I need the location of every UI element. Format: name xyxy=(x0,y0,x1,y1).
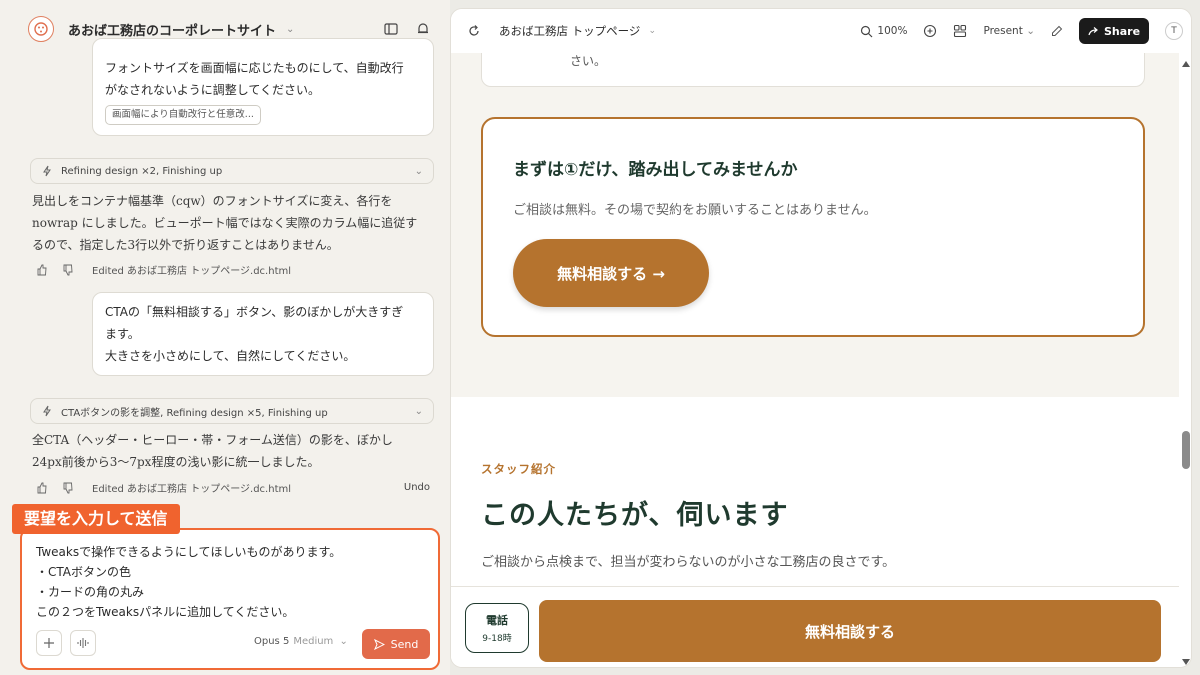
message-composer[interactable]: Tweaksで操作できるようにしてほしいものがあります。 ・CTAボタンの色 ・… xyxy=(20,528,440,670)
model-selector[interactable]: Opus 5 Medium ⌄ xyxy=(254,636,348,647)
composer-input[interactable]: Tweaksで操作できるようにしてほしいものがあります。 ・CTAボタンの色 ・… xyxy=(36,542,341,622)
page-title[interactable]: あおば工務店 トップページ xyxy=(499,23,640,39)
chevron-down-icon[interactable]: ⌄ xyxy=(415,166,423,177)
present-button[interactable]: Present ⌄ xyxy=(983,25,1035,37)
undo-button[interactable]: Undo xyxy=(404,482,430,493)
status-pill[interactable]: CTAボタンの影を調整, Refining design ×5, Finishi… xyxy=(30,398,434,424)
reply-text: るので、指定した3行以外で折り返すことはありません。 xyxy=(32,238,339,252)
avatar[interactable]: T xyxy=(1165,22,1183,40)
section-eyebrow: スタッフ紹介 xyxy=(481,462,556,476)
voice-input-button[interactable] xyxy=(70,630,96,656)
reply-text: nowrap にしました。ビューポート幅ではなく実際のカラム幅に追従す xyxy=(32,216,418,230)
user-message: フォントサイズを画面幅に応じたものにして、自動改行 がなされないように調整してく… xyxy=(92,38,434,136)
message-text: がなされないように調整してください。 xyxy=(105,83,321,97)
preview-panel: あおば工務店 トップページ ⌄ 100% Present ⌄ Share T さ… xyxy=(450,8,1192,668)
lightning-icon xyxy=(43,165,51,177)
waveform-icon xyxy=(77,638,89,648)
composer-text: ・カードの角の丸み xyxy=(36,585,145,599)
chevron-down-icon[interactable]: ⌄ xyxy=(648,26,656,36)
thumbs-down-icon[interactable] xyxy=(62,482,74,494)
comment-add-icon[interactable] xyxy=(923,24,937,38)
preview-toolbar: あおば工務店 トップページ ⌄ 100% Present ⌄ Share T xyxy=(451,9,1191,53)
status-text: CTAボタンの影を調整, Refining design ×5, Finishi… xyxy=(61,407,328,419)
section-heading: この人たちが、伺います xyxy=(481,500,789,531)
user-message: CTAの「無料相談する」ボタン、影のぼかしが大きすぎ ます。 大きさを小さめにし… xyxy=(92,292,434,376)
status-text: Refining design ×2, Finishing up xyxy=(61,165,223,177)
cta-text: ご相談は無料。その場で契約をお願いすることはありません。 xyxy=(513,203,877,218)
send-label: Send xyxy=(390,637,419,651)
add-attachment-button[interactable] xyxy=(36,630,62,656)
thumbs-up-icon[interactable] xyxy=(36,264,48,276)
app-logo-icon[interactable] xyxy=(28,16,54,42)
free-consultation-button[interactable]: 無料相談する → xyxy=(513,239,709,307)
notification-icon[interactable] xyxy=(414,20,432,38)
assistant-reply: 全CTA（ヘッダー・ヒーロー・帯・フォーム送信）の影を、ぼかし 24px前後から… xyxy=(32,429,442,473)
send-icon xyxy=(373,638,385,650)
message-text: フォントサイズを画面幅に応じたものにして、自動改行 xyxy=(105,61,404,75)
bottom-cta-button[interactable]: 無料相談する xyxy=(539,600,1161,662)
sticky-bottom-bar: 電話 9-18時 無料相談する xyxy=(451,586,1179,667)
plus-icon xyxy=(44,638,54,648)
composer-text: ・CTAボタンの色 xyxy=(36,565,131,579)
panel-toggle-icon[interactable] xyxy=(382,20,400,38)
search-icon xyxy=(861,25,873,37)
chevron-down-icon[interactable]: ⌄ xyxy=(286,24,294,35)
content-card: さい。 xyxy=(481,53,1145,87)
share-icon xyxy=(1088,26,1098,35)
edited-file-link[interactable]: Edited あおば工務店 トップページ.dc.html xyxy=(92,480,291,495)
edit-icon[interactable] xyxy=(1051,25,1063,37)
reply-meta: Edited あおば工務店 トップページ.dc.html xyxy=(36,262,430,277)
reload-icon[interactable] xyxy=(467,24,481,38)
send-button[interactable]: Send xyxy=(362,629,430,659)
reply-meta: Edited あおば工務店 トップページ.dc.html Undo xyxy=(36,480,430,495)
scrollbar[interactable] xyxy=(1179,53,1191,667)
cta-card: まずは①だけ、踏み出してみませんか ご相談は無料。その場で契約をお願いすることは… xyxy=(481,117,1145,337)
attachment-chip[interactable]: 画面幅により自動改行と任意改... xyxy=(105,105,261,125)
reply-text: 全CTA（ヘッダー・ヒーロー・帯・フォーム送信）の影を、ぼかし xyxy=(32,433,393,447)
phone-hours: 9-18時 xyxy=(482,634,512,644)
reply-text: 見出しをコンテナ幅基準（cqw）のフォントサイズに変え、各行を xyxy=(32,194,393,208)
composer-text: この２つをTweaksパネルに追加してください。 xyxy=(36,605,295,619)
composer-text: Tweaksで操作できるようにしてほしいものがあります。 xyxy=(36,545,342,559)
phone-label: 電話 xyxy=(486,614,508,627)
cta-heading: まずは①だけ、踏み出してみませんか xyxy=(513,160,798,180)
model-name: Opus 5 xyxy=(254,636,290,647)
status-pill[interactable]: Refining design ×2, Finishing up ⌄ xyxy=(30,158,434,184)
chevron-down-icon[interactable]: ⌄ xyxy=(415,406,423,417)
message-text: ます。 xyxy=(105,327,140,341)
share-button[interactable]: Share xyxy=(1079,18,1149,44)
zoom-level: 100% xyxy=(877,25,908,37)
annotation-callout: 要望を入力して送信 xyxy=(12,504,180,534)
present-label: Present xyxy=(983,25,1023,37)
scroll-thumb[interactable] xyxy=(1182,431,1190,469)
model-level: Medium xyxy=(293,636,334,647)
thumbs-down-icon[interactable] xyxy=(62,264,74,276)
scroll-up-icon[interactable] xyxy=(1182,61,1190,67)
scroll-down-icon[interactable] xyxy=(1182,659,1190,665)
chat-panel: あおば工務店のコーポレートサイト ⌄ フォントサイズを画面幅に応じたものにして、… xyxy=(0,0,450,675)
thumbs-up-icon[interactable] xyxy=(36,482,48,494)
chevron-down-icon: ⌄ xyxy=(339,636,348,647)
reply-text: 24px前後から3〜7px程度の浅い影に統一しました。 xyxy=(32,455,320,469)
project-title[interactable]: あおば工務店のコーポレートサイト xyxy=(68,20,276,39)
card-text: さい。 xyxy=(570,54,607,68)
assistant-reply: 見出しをコンテナ幅基準（cqw）のフォントサイズに変え、各行を nowrap に… xyxy=(32,190,442,256)
components-icon[interactable] xyxy=(953,24,967,38)
edited-file-link[interactable]: Edited あおば工務店 トップページ.dc.html xyxy=(92,262,291,277)
share-label: Share xyxy=(1103,24,1141,38)
section-text: ご相談から点検まで、担当が変わらないのが小さな工務店の良さです。 xyxy=(481,555,896,570)
zoom-control[interactable]: 100% xyxy=(860,25,907,38)
message-text: 大きさを小さめにして、自然にしてください。 xyxy=(105,349,356,363)
lightning-icon xyxy=(43,405,51,417)
preview-canvas: さい。 まずは①だけ、踏み出してみませんか ご相談は無料。その場で契約をお願いす… xyxy=(451,53,1179,667)
phone-button[interactable]: 電話 9-18時 xyxy=(465,603,529,653)
message-text: CTAの「無料相談する」ボタン、影のぼかしが大きすぎ xyxy=(105,305,404,319)
